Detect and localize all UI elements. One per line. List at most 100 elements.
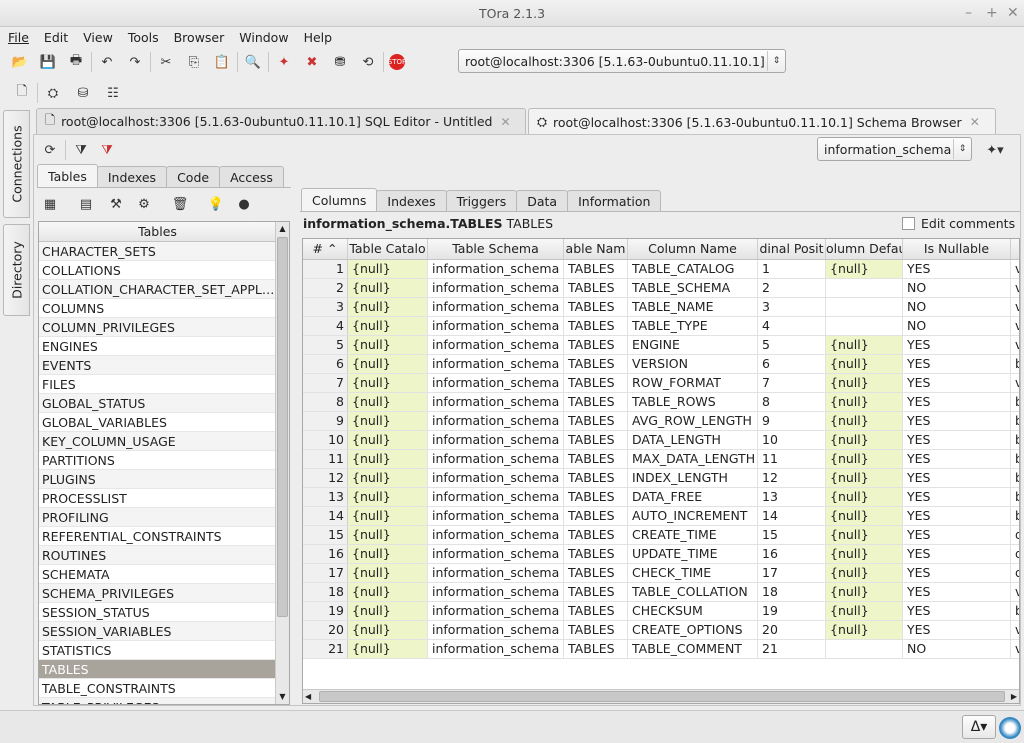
table-list-item[interactable]: ENGINES (39, 337, 276, 356)
grid-cell[interactable]: information_schema (428, 450, 564, 468)
delta-menu-button[interactable]: Δ▾ (962, 715, 996, 739)
menu-window[interactable]: Window (239, 30, 288, 45)
schema-browser-icon[interactable]: ⛁ (73, 83, 93, 103)
grid-cell[interactable]: {null} (348, 393, 428, 411)
grid-cell[interactable]: 17 (758, 564, 826, 582)
grid-cell[interactable]: {null} (826, 260, 903, 278)
grid-cell[interactable]: {null} (348, 355, 428, 373)
grid-cell[interactable]: 3 (758, 298, 826, 316)
grid-cell[interactable]: v (1011, 336, 1019, 354)
table-row[interactable]: 16 {null} information_schema TABLES UPDATE_T… (303, 545, 1019, 564)
grid-cell[interactable]: INDEX_LENGTH (628, 469, 758, 487)
tables-list[interactable]: Tables CHARACTER_SETS COLLATIONS COLLATION… (38, 221, 290, 705)
grid-cell[interactable] (826, 298, 903, 316)
row-number[interactable]: 2 (303, 279, 348, 297)
grid-cell[interactable]: CREATE_TIME (628, 526, 758, 544)
grid-cell[interactable]: {null} (348, 488, 428, 506)
table-row[interactable]: 5 {null} information_schema TABLES ENGINE 5 {n… (303, 336, 1019, 355)
tab-information[interactable]: Information (567, 190, 662, 212)
row-number[interactable]: 8 (303, 393, 348, 411)
grid-cell[interactable]: information_schema (428, 298, 564, 316)
table-list-item[interactable]: TABLE_PRIVILEGES (39, 698, 276, 704)
table-list-item[interactable]: PARTITIONS (39, 451, 276, 470)
grid-cell[interactable]: TABLES (564, 488, 628, 506)
grid-cell[interactable]: YES (903, 583, 1011, 601)
table-list-item[interactable]: REFERENTIAL_CONSTRAINTS (39, 527, 276, 546)
grid-cell[interactable]: NO (903, 640, 1011, 658)
table-list-item[interactable]: TABLES (39, 660, 276, 679)
disable-constraint-icon[interactable]: ● (234, 194, 254, 214)
grid-cell[interactable]: 2 (758, 279, 826, 297)
table-list-item[interactable]: COLUMNS (39, 299, 276, 318)
grid-cell[interactable]: 1 (758, 260, 826, 278)
grid-cell[interactable] (826, 640, 903, 658)
grid-cell[interactable]: 12 (758, 469, 826, 487)
grid-cell[interactable]: {null} (826, 507, 903, 525)
grid-cell[interactable]: 16 (758, 545, 826, 563)
grid-cell[interactable]: v (1011, 621, 1019, 639)
grid-horizontal-scrollbar[interactable]: ◀ ▶ (303, 689, 1019, 703)
table-row[interactable]: 10 {null} information_schema TABLES DATA_LEN… (303, 431, 1019, 450)
row-number[interactable]: 11 (303, 450, 348, 468)
table-row[interactable]: 8 {null} information_schema TABLES TABLE_ROW… (303, 393, 1019, 412)
grid-column-header[interactable]: olumn Defau (826, 239, 903, 259)
grid-cell[interactable]: {null} (348, 450, 428, 468)
grid-cell[interactable]: AVG_ROW_LENGTH (628, 412, 758, 430)
grid-cell[interactable]: {null} (348, 621, 428, 639)
grid-cell[interactable]: YES (903, 393, 1011, 411)
grid-cell[interactable]: 11 (758, 450, 826, 468)
grid-cell[interactable]: TABLES (564, 564, 628, 582)
table-row[interactable]: 20 {null} information_schema TABLES CREATE_O… (303, 621, 1019, 640)
grid-cell[interactable]: YES (903, 260, 1011, 278)
grid-cell[interactable]: NO (903, 279, 1011, 297)
stop-icon[interactable]: STOP (388, 54, 406, 70)
grid-cell[interactable] (826, 279, 903, 297)
grid-cell[interactable]: information_schema (428, 336, 564, 354)
grid-cell[interactable]: b (1011, 507, 1019, 525)
edit-comments-checkbox[interactable] (902, 217, 915, 230)
row-number[interactable]: 18 (303, 583, 348, 601)
grid-cell[interactable]: YES (903, 374, 1011, 392)
tab-triggers[interactable]: Triggers (445, 190, 518, 212)
grid-cell[interactable]: 18 (758, 583, 826, 601)
print-icon[interactable]: 🖶 (66, 52, 86, 72)
create-table-icon[interactable]: ▦ (40, 194, 60, 214)
table-list-item[interactable]: PROFILING (39, 508, 276, 527)
grid-column-header[interactable]: Column Name (628, 239, 758, 259)
table-row[interactable]: 14 {null} information_schema TABLES AUTO_INC… (303, 507, 1019, 526)
grid-cell[interactable]: v (1011, 374, 1019, 392)
table-row[interactable]: 1 {null} information_schema TABLES TABLE_CAT… (303, 260, 1019, 279)
grid-cell[interactable]: {null} (348, 564, 428, 582)
grid-cell[interactable]: {null} (826, 602, 903, 620)
grid-cell[interactable]: TABLES (564, 602, 628, 620)
grid-cell[interactable]: AUTO_INCREMENT (628, 507, 758, 525)
grid-cell[interactable]: NO (903, 298, 1011, 316)
save-icon[interactable]: 💾 (38, 52, 58, 72)
tab-indexes[interactable]: Indexes (96, 166, 168, 188)
table-row[interactable]: 6 {null} information_schema TABLES VERSION 6{… (303, 355, 1019, 374)
grid-cell[interactable]: information_schema (428, 412, 564, 430)
grid-cell[interactable]: YES (903, 412, 1011, 430)
maximize-button[interactable]: + (986, 0, 998, 27)
grid-cell[interactable]: CHECK_TIME (628, 564, 758, 582)
grid-cell[interactable]: information_schema (428, 279, 564, 297)
table-list-item[interactable]: PROCESSLIST (39, 489, 276, 508)
grid-cell[interactable]: 19 (758, 602, 826, 620)
grid-cell[interactable]: information_schema (428, 469, 564, 487)
grid-cell[interactable]: information_schema (428, 621, 564, 639)
grid-cell[interactable]: information_schema (428, 545, 564, 563)
table-list-item[interactable]: SCHEMA_PRIVILEGES (39, 584, 276, 603)
grid-cell[interactable]: {null} (826, 431, 903, 449)
grid-cell[interactable]: b (1011, 469, 1019, 487)
side-tab-connections[interactable]: Connections (3, 110, 30, 218)
grid-cell[interactable]: ENGINE (628, 336, 758, 354)
table-row[interactable]: 7 {null} information_schema TABLES ROW_FORMA… (303, 374, 1019, 393)
table-list-item[interactable]: ROUTINES (39, 546, 276, 565)
schema-select[interactable]: information_schema ⇕ (817, 137, 972, 161)
tool-menu-icon[interactable]: ✦▾ (985, 140, 1005, 160)
grid-cell[interactable]: DATA_FREE (628, 488, 758, 506)
grid-cell[interactable]: TABLES (564, 279, 628, 297)
table-row[interactable]: 3 {null} information_schema TABLES TABLE_NAM… (303, 298, 1019, 317)
grid-cell[interactable]: b (1011, 393, 1019, 411)
grid-column-header[interactable]: # ⌃ (303, 239, 348, 259)
